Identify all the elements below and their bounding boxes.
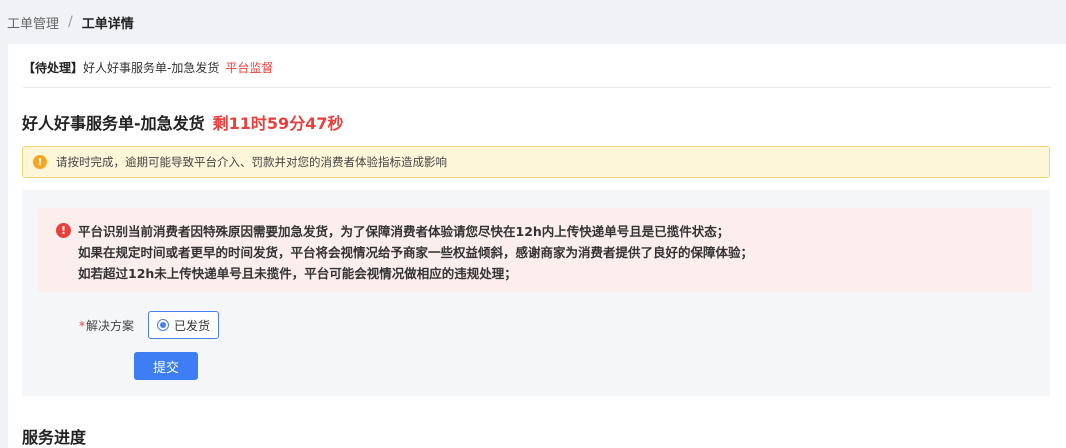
radio-shipped-label: 已发货 bbox=[174, 318, 211, 333]
solution-label-text: 解决方案 bbox=[85, 318, 134, 333]
solution-label: *解决方案 bbox=[64, 317, 134, 334]
radio-selected-icon[interactable] bbox=[157, 319, 169, 331]
handling-panel: ! 平台识别当前消费者因特殊原因需要加急发货，为了保障消费者体验请您尽快在12h… bbox=[22, 190, 1050, 396]
required-mark: * bbox=[78, 318, 85, 333]
radio-shipped[interactable]: 已发货 bbox=[148, 311, 220, 339]
alert-text: 平台识别当前消费者因特殊原因需要加急发货，为了保障消费者体验请您尽快在12h内上… bbox=[78, 221, 753, 284]
order-title: 好人好事服务单-加急发货 bbox=[22, 114, 205, 133]
alert-line: 如若超过12h未上传快递单号且未揽件，平台可能会视情况做相应的违规处理； bbox=[78, 266, 517, 281]
supervise-tag: 平台监督 bbox=[225, 61, 274, 75]
solution-form-row: *解决方案 已发货 bbox=[64, 311, 220, 339]
error-icon: ! bbox=[56, 223, 71, 238]
divider bbox=[23, 87, 1051, 88]
breadcrumb: 工单管理 / 工单详情 bbox=[0, 0, 1066, 44]
breadcrumb-parent-link[interactable]: 工单管理 bbox=[7, 13, 59, 32]
warning-text: 请按时完成，逾期可能导致平台介入、罚款并对您的消费者体验指标造成影响 bbox=[56, 155, 447, 169]
countdown-timer: 剩11时59分47秒 bbox=[212, 114, 344, 133]
alert-line: 如果在规定时间或者更早的时间发货，平台将会视情况给予商家一些权益倾斜，感谢商家为… bbox=[78, 245, 754, 260]
page-title: 好人好事服务单-加急发货 剩11时59分47秒 bbox=[22, 110, 343, 134]
exclamation-icon: ! bbox=[33, 155, 47, 169]
breadcrumb-current: 工单详情 bbox=[81, 16, 134, 32]
submit-button[interactable]: 提交 bbox=[134, 352, 198, 380]
detail-card: 【待处理】好人好事服务单-加急发货 平台监督 好人好事服务单-加急发货 剩11时5… bbox=[8, 44, 1066, 448]
alert-line: 平台识别当前消费者因特殊原因需要加急发货，为了保障消费者体验请您尽快在12h内上… bbox=[78, 224, 730, 239]
service-progress-title: 服务进度 bbox=[22, 428, 87, 447]
breadcrumb-separator: / bbox=[68, 14, 73, 30]
order-name: 好人好事服务单-加急发货 bbox=[83, 61, 220, 75]
warning-banner: ! 请按时完成，逾期可能导致平台介入、罚款并对您的消费者体验指标造成影响 bbox=[22, 146, 1050, 178]
alert-box: ! 平台识别当前消费者因特殊原因需要加急发货，为了保障消费者体验请您尽快在12h… bbox=[38, 208, 1032, 292]
status-badge: 【待处理】 bbox=[23, 61, 84, 75]
order-status-line: 【待处理】好人好事服务单-加急发货 平台监督 bbox=[23, 59, 273, 76]
